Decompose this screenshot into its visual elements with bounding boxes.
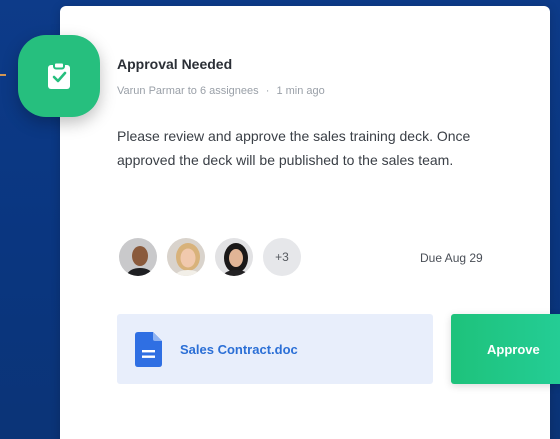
sender-text: Varun Parmar to 6 assignees (117, 85, 259, 97)
approve-button[interactable]: Approve (451, 314, 560, 384)
notification-meta: Varun Parmar to 6 assignees · 1 min ago (117, 85, 325, 97)
clipboard-check-icon (48, 62, 70, 89)
notification-title: Approval Needed (117, 56, 233, 72)
attachment-name: Sales Contract.doc (180, 341, 298, 357)
notification-message: Please review and approve the sales trai… (117, 128, 471, 168)
attachment-file[interactable]: Sales Contract.doc (117, 314, 433, 384)
notification-icon-bubble (18, 35, 100, 117)
due-date: Due Aug 29 (420, 251, 483, 265)
meta-separator: · (265, 85, 270, 97)
document-icon (135, 331, 162, 367)
avatar[interactable] (213, 236, 255, 278)
avatar[interactable] (117, 236, 159, 278)
timestamp: 1 min ago (276, 85, 325, 97)
more-assignees-badge[interactable]: +3 (261, 236, 303, 278)
avatar[interactable] (165, 236, 207, 278)
